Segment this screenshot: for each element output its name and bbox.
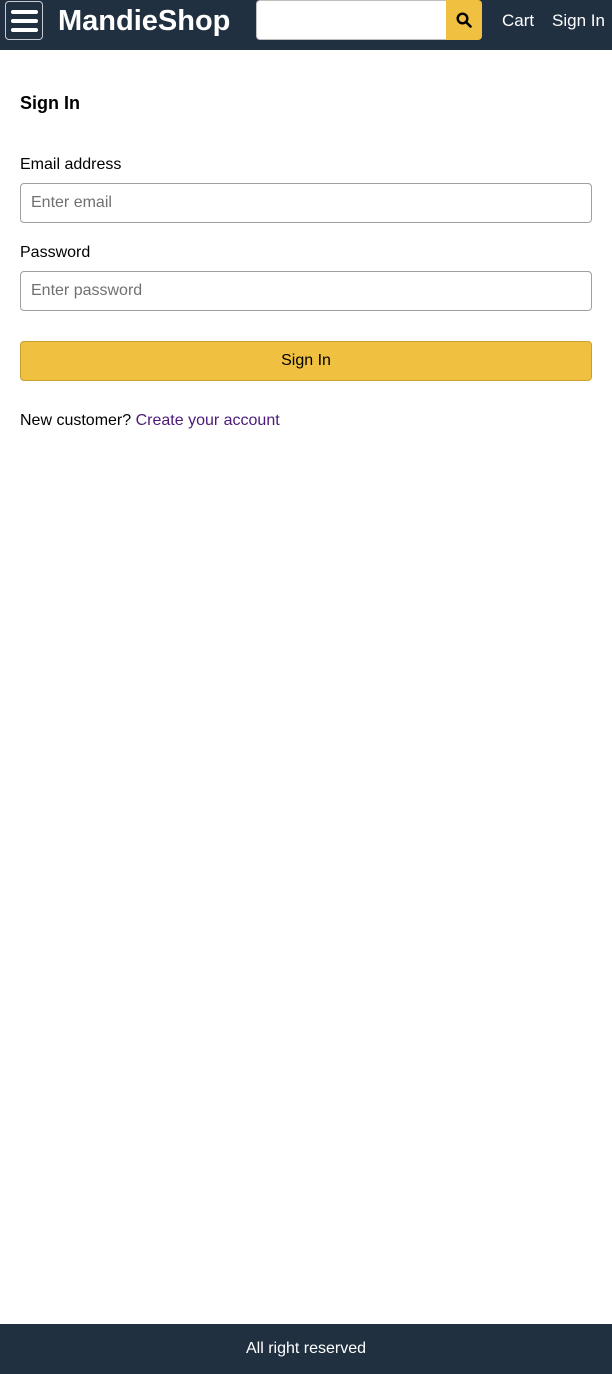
search-button[interactable] <box>446 0 482 40</box>
brand-logo-link[interactable]: MandieShop <box>58 4 230 38</box>
email-field[interactable] <box>20 183 592 223</box>
sign-in-button[interactable]: Sign In <box>20 341 592 381</box>
hamburger-menu-icon-bar <box>11 28 38 32</box>
password-field[interactable] <box>20 271 592 311</box>
page-title: Sign In <box>20 93 80 113</box>
search-icon <box>456 12 472 28</box>
password-label: Password <box>20 244 91 261</box>
hamburger-menu-icon-bar <box>11 19 38 23</box>
menu-button[interactable] <box>5 1 43 40</box>
header: MandieShop Cart Sign In <box>0 0 612 50</box>
new-customer-text: New customer? <box>20 412 136 429</box>
nav-cart-link[interactable]: Cart <box>502 11 534 31</box>
new-customer-row: New customer? Create your account <box>20 411 280 430</box>
email-label: Email address <box>20 156 122 173</box>
footer-text: All right reserved <box>245 1340 367 1357</box>
hamburger-menu-icon <box>11 10 38 14</box>
create-account-link[interactable]: Create your account <box>136 412 280 429</box>
nav-sign-in-link[interactable]: Sign In <box>552 11 605 31</box>
footer: All right reserved <box>0 1324 612 1374</box>
search-input[interactable] <box>256 0 448 40</box>
